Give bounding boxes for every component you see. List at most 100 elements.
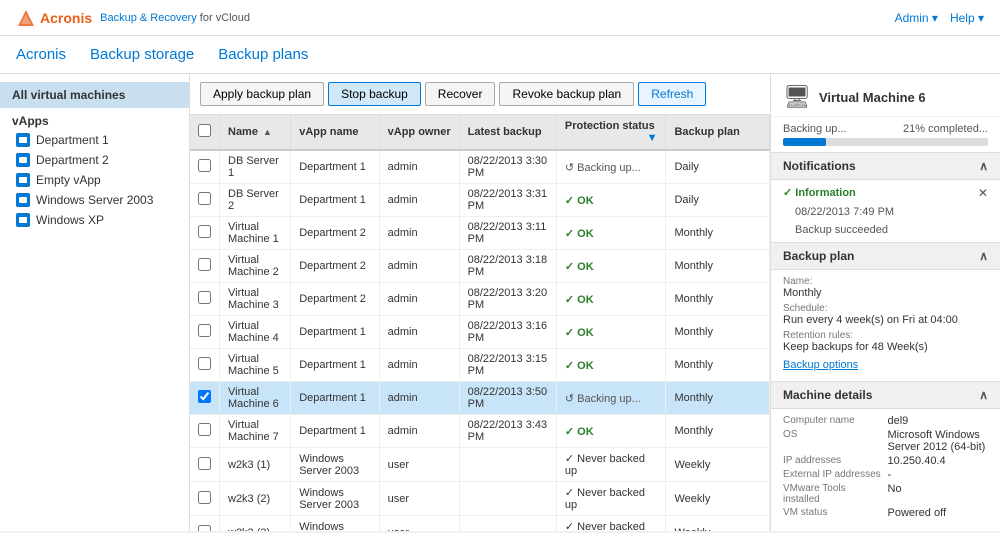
sidebar-item-win2003[interactable]: Windows Server 2003 — [0, 190, 189, 210]
row-vapp: Windows Server 2003 — [291, 448, 379, 482]
row-vapp: Department 2 — [291, 217, 379, 250]
row-checkbox[interactable] — [198, 457, 211, 470]
toolbar: Apply backup plan Stop backup Recover Re… — [190, 74, 770, 115]
table-row[interactable]: w2k3 (3) Windows Server 2003 user ✓ Neve… — [190, 516, 770, 532]
table-row[interactable]: Virtual Machine 2 Department 2 admin 08/… — [190, 250, 770, 283]
row-checkbox-cell[interactable] — [190, 184, 220, 217]
row-checkbox-cell[interactable] — [190, 150, 220, 184]
vm-status-value: Powered off — [888, 507, 989, 519]
table-header-row: Name ▲ vApp name vApp owner Latest backu… — [190, 115, 770, 150]
logo-text: Acronis — [40, 10, 92, 26]
row-checkbox-cell[interactable] — [190, 382, 220, 415]
row-checkbox[interactable] — [198, 491, 211, 504]
row-checkbox[interactable] — [198, 390, 211, 403]
row-status: OK — [556, 250, 666, 283]
row-owner: user — [379, 482, 459, 516]
select-all-checkbox[interactable] — [198, 124, 211, 137]
help-menu[interactable]: Help ▾ — [950, 11, 984, 25]
row-checkbox-cell[interactable] — [190, 283, 220, 316]
table-row[interactable]: Virtual Machine 5 Department 1 admin 08/… — [190, 349, 770, 382]
row-owner: admin — [379, 150, 459, 184]
table-row[interactable]: Virtual Machine 1 Department 2 admin 08/… — [190, 217, 770, 250]
sidebar-all-vms[interactable]: All virtual machines — [0, 82, 189, 108]
row-vapp: Department 2 — [291, 250, 379, 283]
recover-button[interactable]: Recover — [425, 82, 496, 106]
sidebar-item-winxp[interactable]: Windows XP — [0, 210, 189, 230]
table-row[interactable]: DB Server 2 Department 1 admin 08/22/201… — [190, 184, 770, 217]
stop-backup-button[interactable]: Stop backup — [328, 82, 421, 106]
col-name[interactable]: Name ▲ — [220, 115, 291, 150]
row-owner: admin — [379, 382, 459, 415]
table-row[interactable]: Virtual Machine 7 Department 1 admin 08/… — [190, 415, 770, 448]
table-row[interactable]: w2k3 (1) Windows Server 2003 user ✓ Neve… — [190, 448, 770, 482]
row-checkbox-cell[interactable] — [190, 250, 220, 283]
vmtools-value: No — [888, 483, 989, 505]
row-checkbox[interactable] — [198, 192, 211, 205]
row-status: ✓ Never backed up — [556, 448, 666, 482]
col-plan[interactable]: Backup plan — [666, 115, 770, 150]
row-vapp: Windows Server 2003 — [291, 482, 379, 516]
row-checkbox-cell[interactable] — [190, 316, 220, 349]
row-latest: 08/22/2013 3:16 PM — [459, 316, 556, 349]
notif-close-button[interactable]: ✕ — [978, 186, 988, 200]
col-latest[interactable]: Latest backup — [459, 115, 556, 150]
row-checkbox[interactable] — [198, 324, 211, 337]
sidebar-item-dept1[interactable]: Department 1 — [0, 130, 189, 150]
machine-details-chevron: ∧ — [979, 388, 988, 402]
row-owner: admin — [379, 283, 459, 316]
table-row[interactable]: Virtual Machine 3 Department 2 admin 08/… — [190, 283, 770, 316]
row-checkbox[interactable] — [198, 159, 211, 172]
row-checkbox-cell[interactable] — [190, 516, 220, 532]
col-vapp[interactable]: vApp name — [291, 115, 379, 150]
sidebar-label-winxp: Windows XP — [36, 213, 104, 227]
refresh-button[interactable]: Refresh — [638, 82, 706, 106]
vm-status-label: VM status — [783, 507, 884, 519]
row-checkbox-cell[interactable] — [190, 415, 220, 448]
row-vapp: Department 1 — [291, 316, 379, 349]
nav-backup-plans[interactable]: Backup plans — [218, 36, 308, 73]
backup-plan-section-header[interactable]: Backup plan ∧ — [771, 242, 1000, 270]
status-backing: Backing up... — [565, 162, 641, 174]
row-checkbox[interactable] — [198, 525, 211, 532]
col-status[interactable]: Protection status ▼ — [556, 115, 666, 150]
vm-table-body: DB Server 1 Department 1 admin 08/22/201… — [190, 150, 770, 531]
row-checkbox-cell[interactable] — [190, 448, 220, 482]
table-row[interactable]: w2k3 (2) Windows Server 2003 user ✓ Neve… — [190, 482, 770, 516]
row-name: Virtual Machine 2 — [220, 250, 291, 283]
col-checkbox[interactable] — [190, 115, 220, 150]
plan-retention-label: Retention rules: — [783, 330, 988, 341]
row-checkbox[interactable] — [198, 423, 211, 436]
table-row[interactable]: DB Server 1 Department 1 admin 08/22/201… — [190, 150, 770, 184]
row-checkbox-cell[interactable] — [190, 482, 220, 516]
row-checkbox-cell[interactable] — [190, 217, 220, 250]
notifications-section-header[interactable]: Notifications ∧ — [771, 152, 1000, 180]
notification-item: ✓ Information ✕ — [771, 180, 1000, 206]
row-checkbox[interactable] — [198, 225, 211, 238]
nav-backup-storage[interactable]: Backup storage — [90, 36, 194, 73]
sidebar-label-dept1: Department 1 — [36, 133, 109, 147]
row-checkbox[interactable] — [198, 258, 211, 271]
row-checkbox[interactable] — [198, 291, 211, 304]
table-row[interactable]: Virtual Machine 4 Department 1 admin 08/… — [190, 316, 770, 349]
plan-options-row[interactable]: Backup options — [783, 357, 988, 371]
col-owner[interactable]: vApp owner — [379, 115, 459, 150]
apply-backup-plan-button[interactable]: Apply backup plan — [200, 82, 324, 106]
row-status: OK — [556, 283, 666, 316]
progress-bar — [783, 138, 988, 146]
row-checkbox-cell[interactable] — [190, 349, 220, 382]
row-plan: Weekly — [666, 482, 770, 516]
filter-icon[interactable]: ▼ — [647, 132, 658, 144]
sidebar-item-empty-vapp[interactable]: Empty vApp — [0, 170, 189, 190]
vm-table-container: Name ▲ vApp name vApp owner Latest backu… — [190, 115, 770, 531]
plan-schedule-label: Schedule: — [783, 303, 988, 314]
revoke-backup-plan-button[interactable]: Revoke backup plan — [499, 82, 634, 106]
row-checkbox[interactable] — [198, 357, 211, 370]
admin-menu[interactable]: Admin ▾ — [895, 11, 938, 25]
vm-icon — [16, 133, 30, 147]
sidebar-item-dept2[interactable]: Department 2 — [0, 150, 189, 170]
table-row[interactable]: Virtual Machine 6 Department 1 admin 08/… — [190, 382, 770, 415]
backup-options-link[interactable]: Backup options — [783, 359, 858, 371]
nav-acronis[interactable]: Acronis — [16, 36, 66, 73]
machine-details-section-header[interactable]: Machine details ∧ — [771, 381, 1000, 409]
os-value: Microsoft Windows Server 2012 (64-bit) — [888, 429, 989, 453]
